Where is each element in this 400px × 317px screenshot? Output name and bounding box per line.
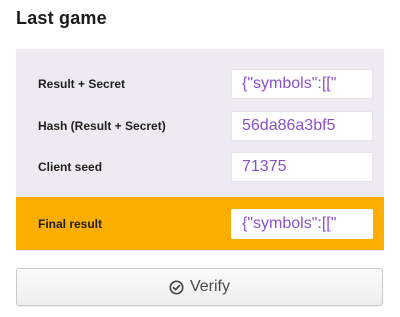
- result-secret-row: Result + Secret {"symbols":[[": [16, 63, 384, 105]
- section-title: Last game: [16, 8, 107, 28]
- client-seed-row: Client seed 71375: [16, 146, 384, 188]
- verify-button-label: Verify: [189, 278, 230, 295]
- verify-button[interactable]: Verify: [16, 268, 383, 306]
- hash-field[interactable]: 56da86a3bf5: [231, 111, 373, 141]
- hash-label: Hash (Result + Secret): [38, 119, 166, 133]
- final-result-field[interactable]: {"symbols":[[": [231, 208, 373, 239]
- check-circle-icon: [169, 279, 184, 295]
- hash-row: Hash (Result + Secret) 56da86a3bf5: [16, 105, 384, 147]
- result-secret-field[interactable]: {"symbols":[[": [231, 69, 373, 99]
- last-game-panel: Result + Secret {"symbols":[[" Hash (Res…: [16, 49, 384, 251]
- last-game-page: Last game Result + Secret {"symbols":[["…: [0, 0, 400, 317]
- client-seed-field[interactable]: 71375: [231, 152, 373, 182]
- final-result-label: Final result: [38, 216, 103, 231]
- final-result-row: Final result {"symbols":[[": [16, 197, 384, 250]
- client-seed-label: Client seed: [38, 160, 103, 174]
- result-secret-label: Result + Secret: [38, 77, 126, 91]
